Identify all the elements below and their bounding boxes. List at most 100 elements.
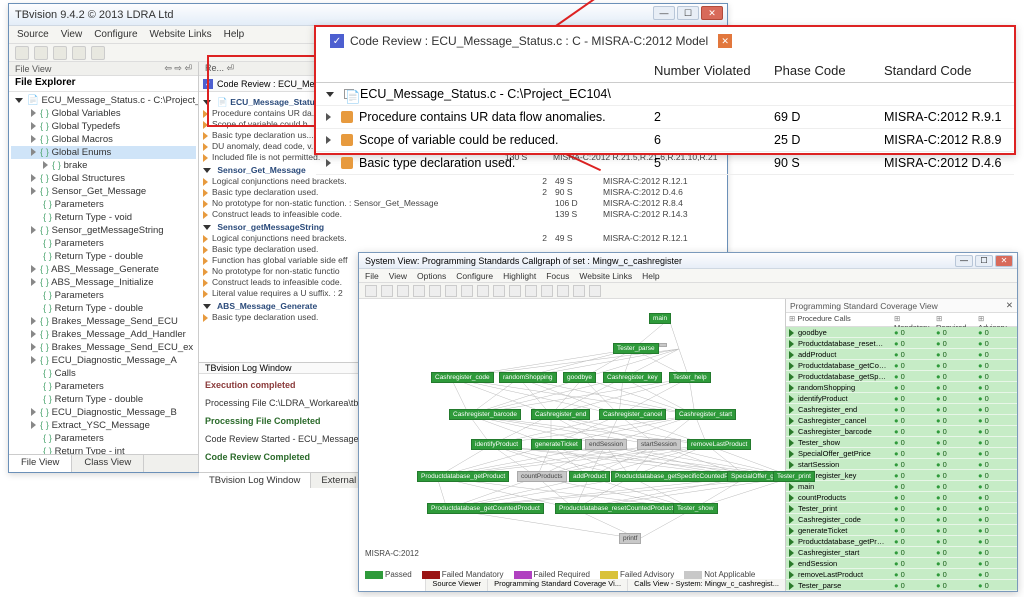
review-row[interactable]: Construct leads to infeasible code.139 S… — [203, 209, 723, 220]
coverage-row[interactable]: goodbye● 0● 0● 0 — [786, 327, 1017, 338]
panel-nav-icons[interactable]: ⇦ ⇨ ⏎ — [164, 63, 192, 74]
zoom-row[interactable]: Scope of variable could be reduced. — [316, 129, 644, 152]
tree-item[interactable]: { } Parameters — [11, 237, 196, 250]
tb-btn[interactable] — [429, 285, 441, 297]
coverage-row[interactable]: Productdatabase_resetCountedProducts● 0●… — [786, 338, 1017, 349]
coverage-row[interactable]: removeLastProduct● 0● 0● 0 — [786, 569, 1017, 580]
g-menu-file[interactable]: File — [365, 271, 379, 281]
coverage-body[interactable]: goodbye● 0● 0● 0Productdatabase_resetCou… — [786, 327, 1017, 591]
coverage-row[interactable]: Cashregister_barcode● 0● 0● 0 — [786, 426, 1017, 437]
menu-view[interactable]: View — [61, 29, 83, 40]
tb-btn[interactable] — [573, 285, 585, 297]
tb-btn[interactable] — [477, 285, 489, 297]
coverage-row[interactable]: Cashregister_end● 0● 0● 0 — [786, 404, 1017, 415]
coverage-row[interactable]: randomShopping● 0● 0● 0 — [786, 382, 1017, 393]
graph-node[interactable]: Productdatabase_getCountedProduct — [427, 503, 544, 514]
tb-btn[interactable] — [461, 285, 473, 297]
tree-item[interactable]: { } Global Structures — [11, 172, 196, 185]
log-tab-1[interactable]: TBvision Log Window — [199, 473, 311, 488]
coverage-row[interactable]: Tester_show● 0● 0● 0 — [786, 437, 1017, 448]
coverage-row[interactable]: Cashregister_key● 0● 0● 0 — [786, 470, 1017, 481]
tab-file-view[interactable]: File View — [9, 455, 72, 472]
menu-source[interactable]: Source — [17, 29, 49, 40]
tree-item[interactable]: { } Return Type - void — [11, 211, 196, 224]
zoom-row[interactable]: Basic type declaration used. — [316, 152, 644, 175]
graph-node[interactable]: identifyProduct — [471, 439, 522, 450]
review-row[interactable]: No prototype for non-static function. : … — [203, 198, 723, 209]
coverage-row[interactable]: Cashregister_code● 0● 0● 0 — [786, 514, 1017, 525]
review-row[interactable]: Logical conjunctions need brackets.249 S… — [203, 233, 723, 244]
graph-node[interactable]: goodbye — [563, 372, 596, 383]
tree-item[interactable]: { } Global Variables — [11, 107, 196, 120]
graph-node[interactable]: Cashregister_barcode — [449, 409, 521, 420]
tb-btn[interactable] — [397, 285, 409, 297]
graph-node[interactable]: Tester_parse — [613, 343, 659, 354]
graph-node[interactable]: Cashregister_code — [431, 372, 494, 383]
graph-min-button[interactable]: — — [955, 255, 973, 267]
tree-item[interactable]: { } Parameters — [11, 380, 196, 393]
tb-btn[interactable] — [557, 285, 569, 297]
tb-btn[interactable] — [365, 285, 377, 297]
tb-btn[interactable] — [91, 46, 105, 60]
review-row[interactable]: Basic type declaration used.290 SMISRA-C… — [203, 187, 723, 198]
graph-node[interactable]: Cashregister_end — [531, 409, 590, 420]
coverage-row[interactable]: Productdatabase_getCountedProduct● 0● 0●… — [786, 360, 1017, 371]
tree-item[interactable]: { } Return Type - int — [11, 445, 196, 454]
tb-btn[interactable] — [34, 46, 48, 60]
graph-node[interactable]: removeLastProduct — [687, 439, 751, 450]
g-menu-website[interactable]: Website Links — [579, 271, 632, 281]
tree-item[interactable]: { } ECU_Diagnostic_Message_B — [11, 406, 196, 419]
graph-node[interactable]: addProduct — [569, 471, 610, 482]
coverage-row[interactable]: SpecialOffer_getPrice● 0● 0● 0 — [786, 448, 1017, 459]
coverage-row[interactable]: Productdatabase_getProduct● 0● 0● 0 — [786, 536, 1017, 547]
tb-btn[interactable] — [413, 285, 425, 297]
close-tab-icon[interactable]: ✕ — [718, 34, 732, 48]
tb-btn[interactable] — [53, 46, 67, 60]
zoom-tab[interactable]: ✓ Code Review : ECU_Message_Status.c : C… — [322, 30, 740, 52]
tb-btn[interactable] — [493, 285, 505, 297]
tree-item[interactable]: { } Sensor_Get_Message — [11, 185, 196, 198]
coverage-row[interactable]: startSession● 0● 0● 0 — [786, 459, 1017, 470]
coverage-row[interactable]: countProducts● 0● 0● 0 — [786, 492, 1017, 503]
g-menu-focus[interactable]: Focus — [546, 271, 569, 281]
tree-item[interactable]: { } Brakes_Message_Add_Handler — [11, 328, 196, 341]
g-menu-help[interactable]: Help — [642, 271, 659, 281]
tb-btn[interactable] — [381, 285, 393, 297]
tb-btn[interactable] — [589, 285, 601, 297]
tree-item[interactable]: { } Global Enums — [11, 146, 196, 159]
graph-node[interactable]: Tester_print — [773, 471, 815, 482]
g-menu-options[interactable]: Options — [417, 271, 446, 281]
g-tab-source[interactable]: Source Viewer — [425, 579, 487, 591]
minimize-button[interactable]: — — [653, 6, 675, 20]
graph-node[interactable]: main — [649, 313, 671, 324]
tree-item[interactable]: { } Parameters — [11, 432, 196, 445]
coverage-row[interactable]: main● 0● 0● 0 — [786, 481, 1017, 492]
tb-btn[interactable] — [72, 46, 86, 60]
graph-node[interactable]: Productdatabase_getProduct — [417, 471, 509, 482]
graph-node[interactable]: Cashregister_cancel — [599, 409, 666, 420]
coverage-row[interactable]: Tester_parse● 0● 0● 0 — [786, 580, 1017, 591]
graph-node[interactable]: generateTicket — [531, 439, 582, 450]
tree-item[interactable]: { } Calls — [11, 367, 196, 380]
coverage-row[interactable]: identifyProduct● 0● 0● 0 — [786, 393, 1017, 404]
graph-node[interactable] — [659, 343, 667, 347]
tree-item[interactable]: { } ECU_Diagnostic_Message_A — [11, 354, 196, 367]
tree-item[interactable]: { } Extract_YSC_Message — [11, 419, 196, 432]
graph-node[interactable]: Productdatabase_resetCountedProducts — [555, 503, 680, 514]
tree-item[interactable]: { } Brakes_Message_Send_ECU_ex — [11, 341, 196, 354]
coverage-row[interactable]: addProduct● 0● 0● 0 — [786, 349, 1017, 360]
graph-node[interactable]: Cashregister_start — [675, 409, 736, 420]
tb-btn[interactable] — [509, 285, 521, 297]
g-tab-coverage[interactable]: Programming Standard Coverage Vi... — [487, 579, 627, 591]
menu-website[interactable]: Website Links — [150, 29, 212, 40]
graph-canvas[interactable]: MISRA-C:2012 PassedFailed MandatoryFaile… — [359, 299, 785, 591]
tree-item[interactable]: { } ABS_Message_Generate — [11, 263, 196, 276]
tb-btn[interactable] — [445, 285, 457, 297]
close-button[interactable]: ✕ — [701, 6, 723, 20]
graph-max-button[interactable]: ☐ — [975, 255, 993, 267]
g-menu-view[interactable]: View — [389, 271, 407, 281]
graph-node[interactable]: printf — [619, 533, 641, 544]
tree-item[interactable]: { } Global Macros — [11, 133, 196, 146]
coverage-row[interactable]: Cashregister_cancel● 0● 0● 0 — [786, 415, 1017, 426]
coverage-row[interactable]: endSession● 0● 0● 0 — [786, 558, 1017, 569]
